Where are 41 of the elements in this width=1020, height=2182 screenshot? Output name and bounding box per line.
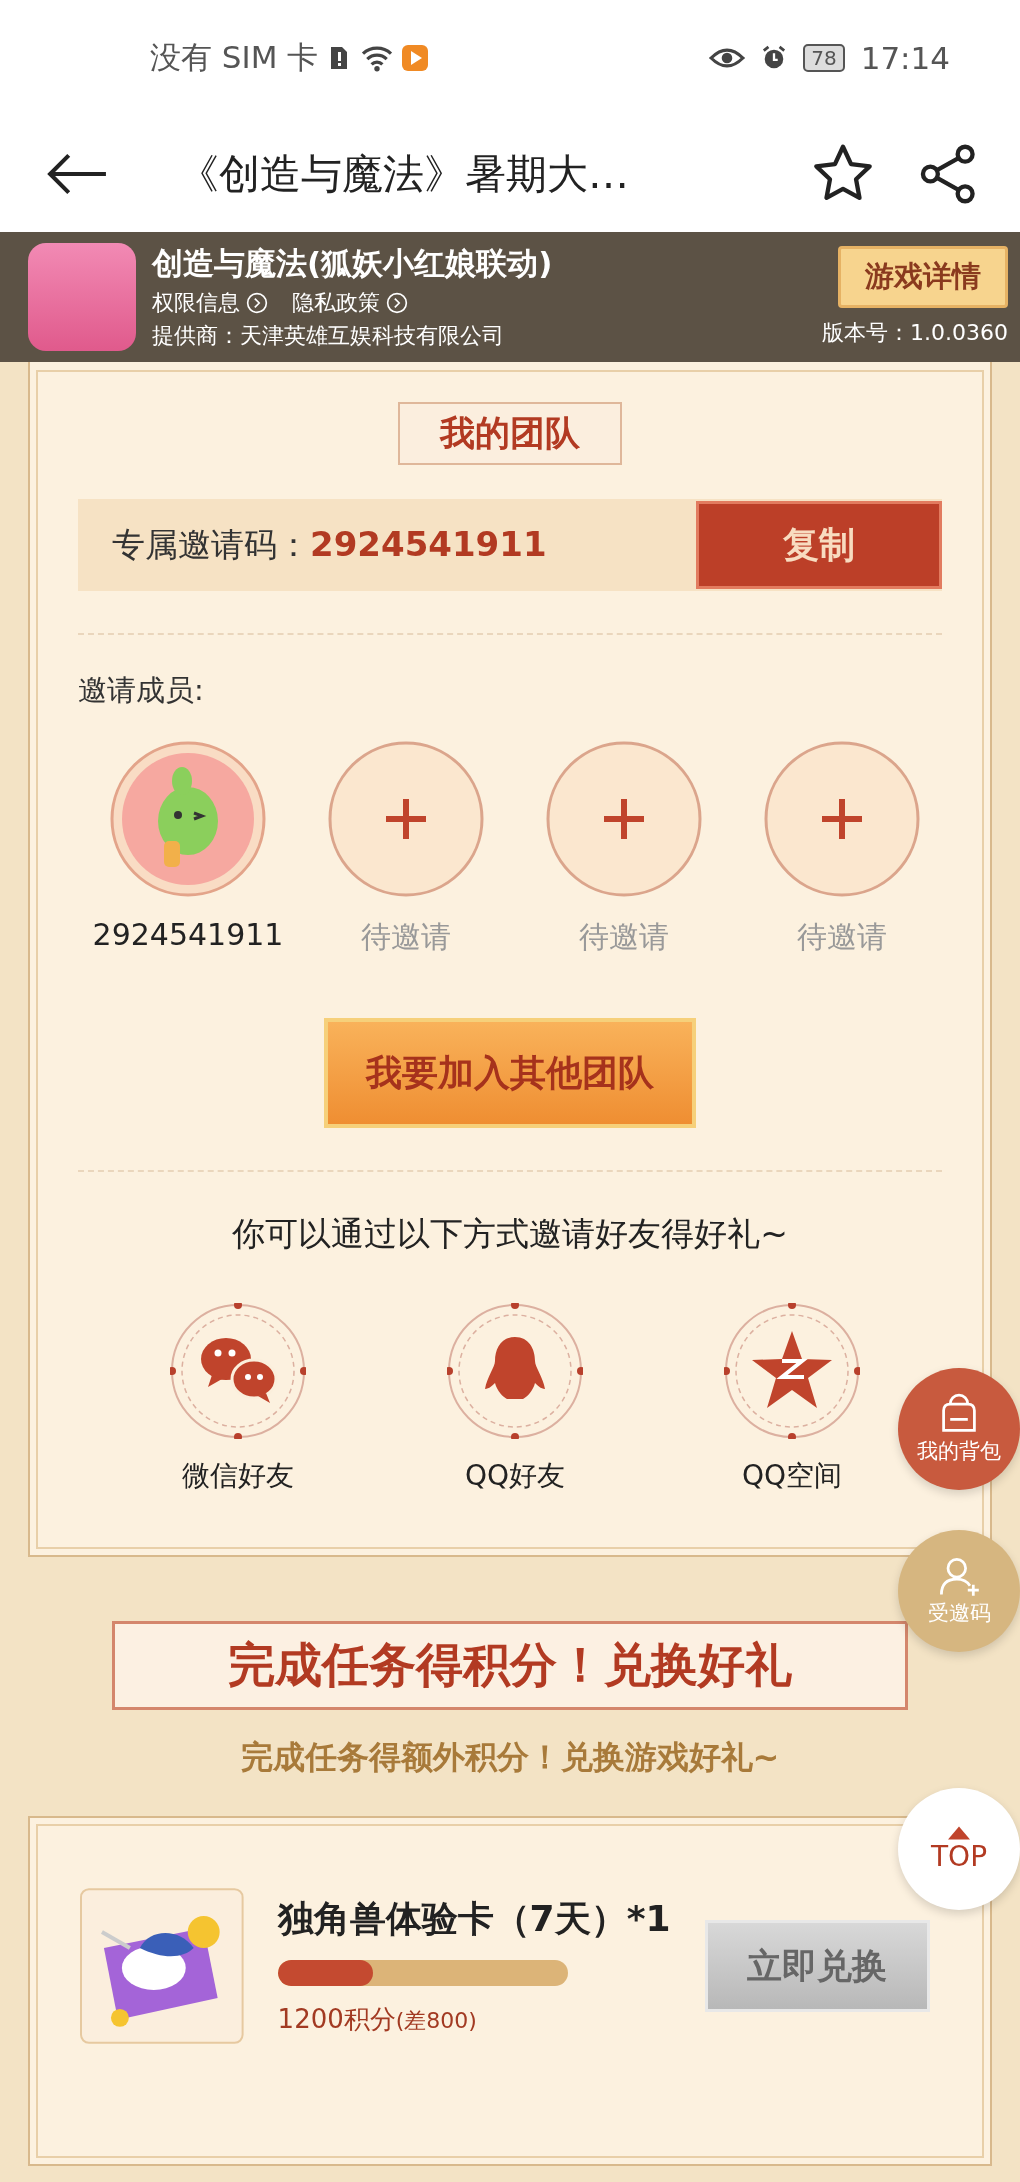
caret-up-icon — [948, 1825, 970, 1840]
member-label: 待邀请 — [579, 918, 669, 956]
alarm-icon — [761, 45, 788, 71]
info-link[interactable]: 隐私政策 — [292, 288, 408, 318]
chevron-right-icon — [246, 292, 268, 314]
section-title: 我的团队 — [398, 402, 622, 465]
share-option-label: QQ好友 — [464, 1458, 566, 1494]
star-z-icon[interactable] — [724, 1303, 860, 1439]
game-details-button[interactable]: 游戏详情 — [838, 246, 1008, 308]
clock-text: 17:14 — [860, 40, 950, 76]
user-add-icon — [937, 1555, 981, 1599]
page-title: 《创造与魔法》暑期大… — [178, 148, 630, 200]
play-app-icon — [402, 45, 429, 71]
app-name: 创造与魔法(狐妖小红娘联动) — [152, 244, 554, 283]
member-label: 待邀请 — [361, 918, 451, 956]
wifi-icon — [360, 44, 395, 72]
info-link[interactable]: 权限信息 — [152, 288, 268, 318]
copy-button[interactable]: 复制 — [696, 501, 942, 589]
carrier-text: 没有 SIM 卡 — [150, 38, 319, 77]
members-label: 邀请成员: — [78, 672, 205, 709]
section-subtitle: 完成任务得额外积分！兑换游戏好礼~ — [240, 1737, 780, 1778]
chevron-right-icon — [386, 292, 408, 314]
share-hint-text: 你可以通过以下方式邀请好友得好礼~ — [231, 1213, 789, 1255]
join-other-team-button[interactable]: 我要加入其他团队 — [324, 1018, 696, 1128]
back-to-top-button[interactable]: TOP — [898, 1788, 1020, 1910]
eye-icon — [709, 46, 746, 70]
battery-indicator: 78 — [803, 44, 845, 72]
section-title: 完成任务得积分！兑换好礼 — [112, 1621, 908, 1710]
version-text: 版本号：1.0.0360 — [822, 319, 1008, 347]
points-text: 1200积分(差800) — [277, 2003, 478, 2036]
chat-bubbles-icon[interactable] — [170, 1303, 306, 1439]
share-option-label: 微信好友 — [182, 1458, 294, 1494]
app-logo-icon — [28, 243, 136, 351]
back-arrow-icon[interactable] — [46, 153, 108, 195]
penguin-icon[interactable] — [447, 1303, 583, 1439]
provider-text: 提供商：天津英雄互娱科技有限公司 — [152, 322, 505, 350]
share-option-label: QQ空间 — [741, 1458, 843, 1494]
member-label: 2924541911 — [92, 917, 284, 952]
invite-code-text: 专属邀请码：2924541911 — [112, 522, 547, 566]
member-label: 待邀请 — [797, 918, 887, 956]
reward-name: 独角兽体验卡（7天）*1 — [277, 1897, 671, 1941]
